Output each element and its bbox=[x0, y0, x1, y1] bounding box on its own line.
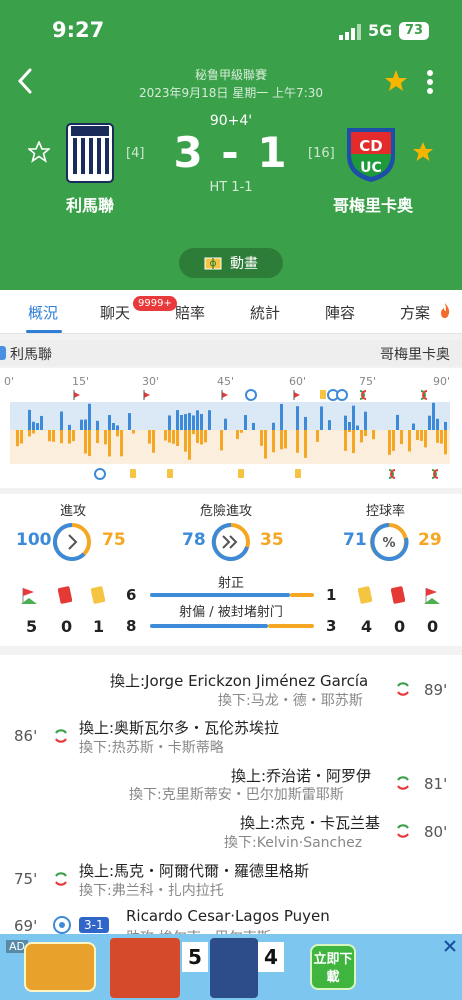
possession-away: 29 bbox=[418, 530, 442, 550]
ad-cta-button[interactable]: 立即下載 bbox=[310, 944, 356, 990]
goal-score-badge: 3-1 bbox=[79, 917, 109, 933]
event-in[interactable]: 換上:乔治诺・阿罗伊 bbox=[231, 765, 371, 786]
more-menu-icon[interactable] bbox=[424, 69, 436, 95]
away-team-name[interactable]: 哥梅里卡奥 bbox=[318, 192, 428, 216]
timeline-teams: 利馬聯 哥梅里卡奥 bbox=[0, 340, 462, 366]
ad-number: 4 bbox=[258, 942, 284, 972]
tab-chat[interactable]: 聊天 bbox=[100, 302, 130, 323]
attack-home: 100 bbox=[16, 530, 52, 550]
event-minute: 89' bbox=[424, 681, 448, 699]
goal-ball-icon bbox=[53, 916, 71, 934]
dangerous-ring bbox=[211, 522, 250, 561]
dangerous-attack-label: 危險進攻 bbox=[200, 504, 253, 519]
dangerous-away: 35 bbox=[260, 530, 284, 550]
event-out[interactable]: 換下:克里斯蒂安・巴尔加斯雷耶斯 bbox=[129, 784, 344, 804]
shots-off-home-bar bbox=[150, 624, 268, 628]
home-rank: [4] bbox=[126, 146, 145, 161]
shots-off-away-bar bbox=[268, 624, 314, 628]
status-bar: 9:27 5G 73 bbox=[0, 0, 462, 58]
tab-tips[interactable]: 方案 bbox=[400, 302, 430, 323]
ad-close-icon[interactable] bbox=[442, 938, 458, 954]
home-team-name[interactable]: 利馬聯 bbox=[40, 192, 140, 216]
pitch-icon bbox=[204, 257, 222, 269]
away-team-logo[interactable]: CD UC bbox=[343, 122, 399, 184]
event-in[interactable]: 換上:杰克・卡瓦兰基 bbox=[240, 812, 380, 833]
ad-art-center bbox=[210, 938, 258, 998]
shots-off-home: 8 bbox=[126, 617, 137, 635]
animation-label: 動畫 bbox=[230, 256, 258, 272]
svg-text:UC: UC bbox=[360, 160, 382, 176]
chat-count-badge: 9999+ bbox=[133, 296, 177, 311]
home-follow-star-icon[interactable] bbox=[28, 141, 50, 163]
match-header: 9:27 5G 73 秘鲁甲級聯賽 2023年9月18日 星期一 上午7:30 … bbox=[0, 0, 462, 290]
event-in[interactable]: 換上:奥斯瓦尔多・瓦伦苏埃拉 bbox=[79, 717, 279, 738]
timeline-away-name: 哥梅里卡奥 bbox=[380, 347, 450, 363]
attack-away: 75 bbox=[102, 530, 126, 550]
dangerous-home: 78 bbox=[182, 530, 206, 550]
ad-game-logo bbox=[24, 942, 96, 992]
shots-on-label: 射正 bbox=[217, 576, 244, 591]
event-minute: 81' bbox=[424, 775, 448, 793]
sub-swap-icon bbox=[397, 682, 409, 696]
momentum-bars bbox=[10, 389, 450, 480]
event-out[interactable]: 換下:热苏斯・卡斯蒂略 bbox=[79, 737, 224, 757]
shots-off-away: 3 bbox=[326, 617, 337, 635]
event-in[interactable]: 換上:馬克・阿爾代爾・羅德里格斯 bbox=[79, 860, 309, 881]
network-label: 5G bbox=[368, 21, 393, 40]
active-tab-indicator bbox=[26, 330, 62, 333]
ad-art-left bbox=[110, 938, 180, 998]
possession-label: 控球率 bbox=[366, 504, 406, 519]
ad-banner[interactable]: AD 5 4 立即下載 bbox=[0, 934, 462, 1000]
sub-swap-icon bbox=[397, 824, 409, 838]
sub-swap-icon bbox=[55, 729, 67, 743]
event-minute: 69' bbox=[14, 917, 38, 935]
tab-bar: 概況 聊天 9999+ 賠率 統計 陣容 方案 bbox=[0, 290, 462, 334]
percent-symbol: % bbox=[382, 536, 395, 551]
event-minute: 75' bbox=[14, 870, 38, 888]
event-out[interactable]: 換下:弗兰科・扎内拉托 bbox=[79, 880, 224, 900]
home-marker bbox=[0, 346, 6, 360]
away-rank: [16] bbox=[308, 146, 335, 161]
possession-ring: % bbox=[370, 523, 409, 561]
attack-ring bbox=[52, 522, 91, 561]
tab-lineup[interactable]: 陣容 bbox=[325, 302, 355, 323]
svg-text:CD: CD bbox=[359, 137, 382, 155]
sub-swap-icon bbox=[397, 776, 409, 790]
tab-overview[interactable]: 概況 bbox=[28, 302, 58, 323]
away-follow-star-icon[interactable] bbox=[412, 141, 434, 163]
event-in[interactable]: 換上:Jorge Erickzon Jiménez García bbox=[110, 670, 368, 691]
event-out[interactable]: 換下:马龙・德・耶苏斯 bbox=[218, 690, 363, 710]
event-minute: 80' bbox=[424, 823, 448, 841]
status-time: 9:27 bbox=[52, 18, 105, 42]
shots-off-label: 射偏 / 被封堵射门 bbox=[179, 605, 283, 620]
timeline-home-name: 利馬聯 bbox=[10, 347, 52, 363]
battery-icon: 73 bbox=[399, 22, 429, 40]
event-minute: 86' bbox=[14, 727, 38, 745]
ad-number: 5 bbox=[182, 942, 208, 972]
event-out[interactable]: 換下:Kelvin·Sanchez bbox=[224, 832, 362, 852]
tab-odds[interactable]: 賠率 bbox=[175, 302, 205, 323]
goal-scorer[interactable]: Ricardo Cesar·Lagos Puyen bbox=[126, 907, 330, 925]
animation-button[interactable]: 動畫 bbox=[179, 248, 283, 278]
favorite-star-icon[interactable] bbox=[384, 69, 408, 93]
attack-label: 進攻 bbox=[60, 504, 87, 519]
home-team-logo[interactable] bbox=[65, 122, 115, 184]
signal-icon bbox=[339, 24, 361, 40]
shots-on-away-bar bbox=[290, 593, 314, 597]
possession-home: 71 bbox=[343, 530, 367, 550]
shots-on-home-bar bbox=[150, 593, 290, 597]
tab-stats[interactable]: 統計 bbox=[250, 302, 280, 323]
sub-swap-icon bbox=[55, 872, 67, 886]
fire-icon bbox=[441, 303, 450, 318]
